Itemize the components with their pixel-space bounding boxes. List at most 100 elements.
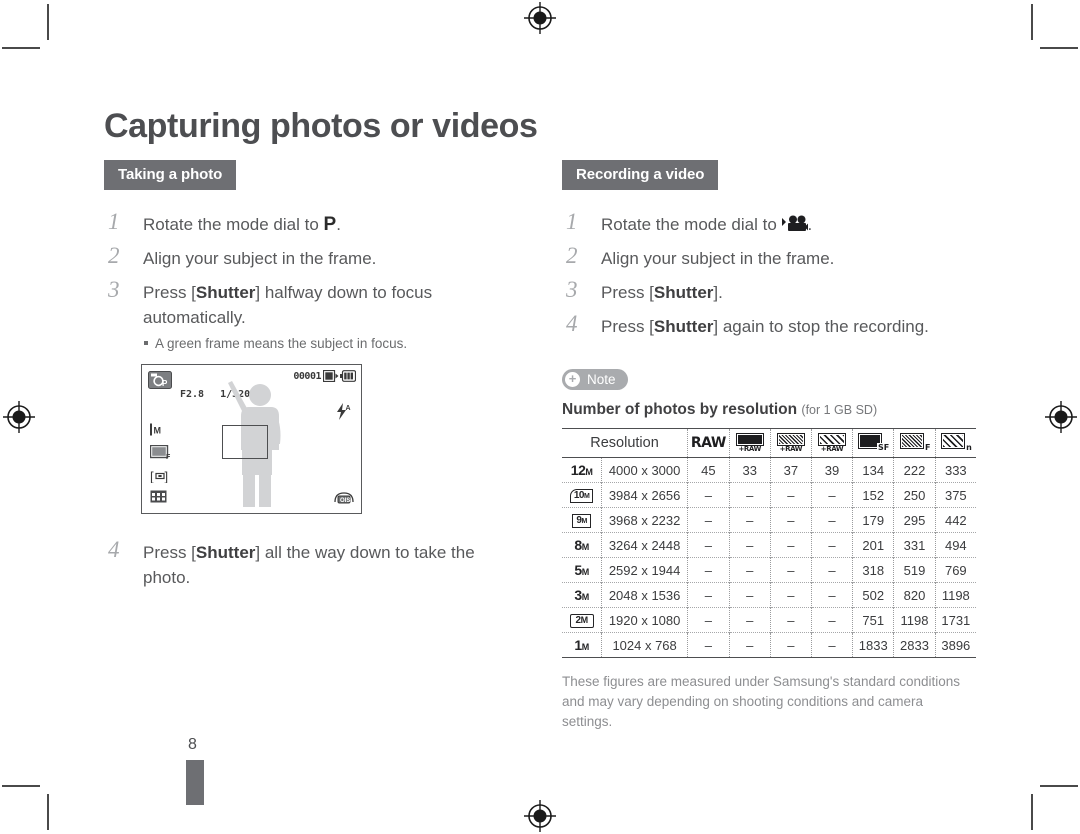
step-text: Press [ bbox=[143, 283, 196, 302]
step-number: 3 bbox=[566, 277, 578, 302]
count-cell: – bbox=[729, 507, 771, 533]
count-cell: 179 bbox=[852, 507, 895, 533]
count-cell: – bbox=[770, 532, 812, 558]
step-text: Align your subject in the frame. bbox=[601, 249, 835, 268]
step-text: Rotate the mode dial to bbox=[601, 215, 782, 234]
resolution-badge-cell: 3M bbox=[562, 582, 603, 608]
button-name-shutter: Shutter bbox=[653, 317, 714, 336]
table-header-superfine-plus-raw: +RAW bbox=[729, 428, 771, 458]
count-cell: 201 bbox=[852, 532, 895, 558]
step-text-tail: ] again to stop the recording. bbox=[713, 317, 929, 336]
normal-plus-raw-icon: +RAW bbox=[818, 432, 846, 453]
normal-icon: n bbox=[940, 433, 972, 452]
step-item: 4 Press [Shutter] all the way down to ta… bbox=[104, 537, 524, 590]
table-body: 12M 4000 x 3000 45 33 37 39 134 222 333 … bbox=[562, 457, 976, 658]
table-footnote: These figures are measured under Samsung… bbox=[562, 674, 961, 729]
count-cell: – bbox=[729, 582, 771, 608]
count-cell: 494 bbox=[944, 537, 967, 553]
table-header-row: Resolution RAW +RAW +RAW +RAW SF F n bbox=[562, 428, 976, 458]
table-row: 10M 3984 x 2656 – – – – 152 250 375 bbox=[562, 482, 976, 508]
count-cell: – bbox=[687, 507, 730, 533]
step-number: 1 bbox=[108, 209, 120, 234]
count-cell: – bbox=[770, 557, 812, 583]
step-text-tail: . bbox=[336, 215, 341, 234]
lcd-aperture: F2.8 bbox=[180, 389, 205, 400]
count-cell: 751 bbox=[852, 607, 895, 633]
dimensions-cell: 3984 x 2656 bbox=[601, 482, 689, 508]
step-text: Press [ bbox=[601, 283, 654, 302]
count-cell: – bbox=[687, 482, 730, 508]
count-cell: – bbox=[687, 632, 730, 658]
count-cell: 502 bbox=[852, 582, 895, 608]
svg-text:[: [ bbox=[150, 469, 154, 483]
svg-text:A: A bbox=[346, 405, 351, 412]
resolution-badge-cell: 10M bbox=[562, 482, 603, 508]
raw-icon: RAW bbox=[690, 435, 726, 451]
svg-text:P: P bbox=[162, 379, 168, 388]
note-badge-label: Note bbox=[587, 372, 616, 387]
superfine-plus-raw-icon: +RAW bbox=[735, 432, 764, 453]
count-cell: – bbox=[729, 532, 771, 558]
count-cell: 1833 bbox=[852, 632, 895, 658]
step-item: 2 Align your subject in the frame. bbox=[562, 243, 982, 271]
steps-recording-a-video: 1 Rotate the mode dial to . 2 Align your… bbox=[562, 209, 982, 339]
svg-text:M: M bbox=[154, 426, 162, 436]
step-number: 1 bbox=[566, 209, 578, 234]
table-row: 9M 3968 x 2232 – – – – 179 295 442 bbox=[562, 507, 976, 533]
count-cell: 152 bbox=[852, 482, 895, 508]
button-name-shutter: Shutter bbox=[195, 543, 256, 562]
count-cell: – bbox=[811, 557, 854, 583]
count-cell: 331 bbox=[893, 532, 936, 558]
table-header-superfine: SF bbox=[852, 428, 895, 458]
count-cell: 33 bbox=[729, 457, 771, 483]
resolution-badge: 12M bbox=[570, 461, 593, 478]
count-cell: 134 bbox=[852, 457, 895, 483]
resolution-badge-cell: 8M bbox=[562, 532, 603, 558]
count-cell: – bbox=[770, 632, 812, 658]
resolution-badge: 5M bbox=[574, 561, 589, 578]
count-cell: 45 bbox=[687, 457, 730, 483]
count-cell: 820 bbox=[893, 582, 936, 608]
table-row: 3M 2048 x 1536 – – – – 502 820 1198 bbox=[562, 582, 976, 608]
table-row: 1M 1024 x 768 – – – – 1833 2833 3896 bbox=[562, 632, 976, 658]
count-cell: – bbox=[687, 582, 730, 608]
focus-area-icon: [ ] bbox=[150, 469, 172, 486]
dimensions-cell: 4000 x 3000 bbox=[601, 457, 689, 483]
step-number: 3 bbox=[108, 277, 120, 302]
grid-icon bbox=[150, 490, 167, 506]
step-text: Press [ bbox=[143, 543, 196, 562]
dimensions-cell: 3264 x 2448 bbox=[601, 532, 689, 558]
count-cell: – bbox=[729, 482, 771, 508]
note-title-sub: (for 1 GB SD) bbox=[801, 403, 878, 417]
count-cell: – bbox=[729, 632, 771, 658]
resolution-badge-cell: 1M bbox=[562, 632, 603, 658]
step-subnote-list: A green frame means the subject in focus… bbox=[143, 334, 524, 353]
dimensions-cell: 2048 x 1536 bbox=[601, 582, 689, 608]
battery-full-icon bbox=[340, 370, 357, 385]
step-item: 4 Press [Shutter] again to stop the reco… bbox=[562, 311, 982, 339]
resolution-badge: 9M bbox=[572, 514, 591, 528]
resolution-badge-cell: 12M bbox=[562, 457, 603, 483]
count-cell: 769 bbox=[944, 562, 967, 578]
flash-auto-icon: A bbox=[335, 403, 353, 424]
count-cell: 222 bbox=[893, 457, 936, 483]
fine-icon: F bbox=[899, 433, 931, 452]
count-cell: – bbox=[687, 557, 730, 583]
resolution-badge-cell: 2M bbox=[562, 607, 603, 633]
lcd-frame-counter: 00001 bbox=[293, 371, 321, 382]
count-cell: – bbox=[729, 607, 771, 633]
step-text: Rotate the mode dial to bbox=[143, 215, 324, 234]
count-cell: 1198 bbox=[893, 607, 936, 633]
count-cell: – bbox=[770, 482, 812, 508]
count-cell: – bbox=[770, 507, 812, 533]
dimensions-cell: 2592 x 1944 bbox=[601, 557, 689, 583]
svg-text:F: F bbox=[166, 454, 171, 460]
count-cell: – bbox=[770, 607, 812, 633]
lcd-preview-illustration: P F2.81/320 00001 bbox=[141, 364, 362, 514]
page-number: 8 bbox=[188, 736, 197, 753]
count-cell: 2833 bbox=[893, 632, 936, 658]
step-number: 2 bbox=[108, 243, 120, 268]
table-header-fine: F bbox=[893, 428, 936, 458]
table-header-raw: RAW bbox=[687, 428, 730, 458]
resolution-badge: 10M bbox=[569, 489, 594, 503]
